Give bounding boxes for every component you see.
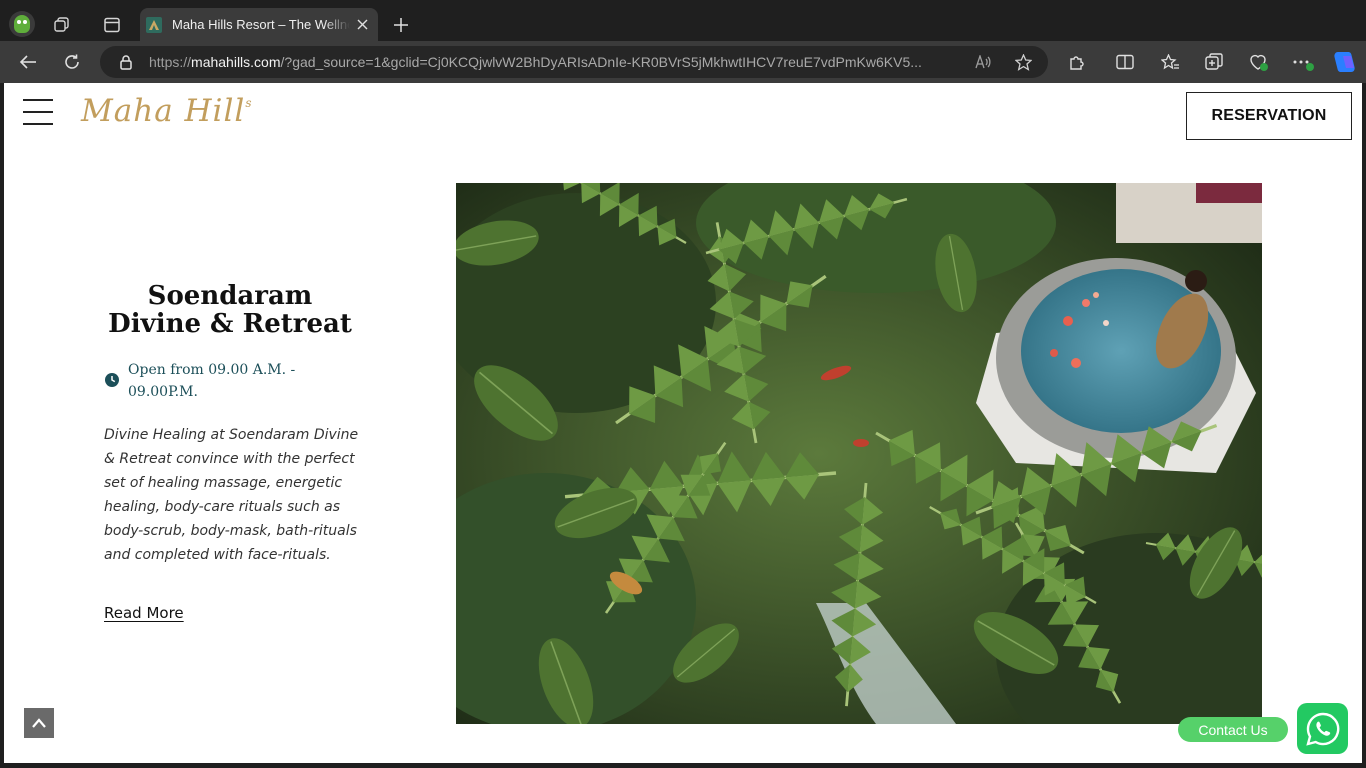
logo-text: Maha Hill: [81, 93, 246, 129]
clock-icon: [105, 373, 119, 387]
browser-essentials-icon[interactable]: [1248, 52, 1270, 72]
tab-actions-icon[interactable]: [102, 15, 122, 35]
hours-line2: 09.00P.M.: [128, 384, 198, 400]
browser-tab-bar: Maha Hills Resort – The Wellness: [0, 0, 1366, 41]
refresh-icon[interactable]: [61, 52, 83, 72]
lock-icon[interactable]: [118, 54, 134, 70]
chevron-up-icon: [32, 718, 46, 728]
tab-favicon: [146, 17, 162, 33]
address-url: https://mahahills.com/?gad_source=1&gcli…: [149, 54, 959, 70]
logo-superscript: s: [245, 96, 253, 110]
favorite-star-icon[interactable]: [1014, 53, 1032, 71]
active-tab[interactable]: Maha Hills Resort – The Wellness: [140, 8, 378, 41]
hours-text: Open from 09.00 A.M. - 09.00P.M.: [128, 359, 318, 403]
feature-title: Soendaram Divine & Retreat: [94, 282, 366, 338]
workspaces-icon[interactable]: [52, 15, 72, 35]
whatsapp-button[interactable]: [1297, 703, 1348, 754]
jungle-bath-photo: [456, 183, 1262, 724]
favorites-icon[interactable]: [1160, 52, 1180, 72]
menu-hamburger-icon[interactable]: [23, 99, 53, 125]
new-tab-icon[interactable]: [390, 14, 412, 36]
whatsapp-icon: [1305, 712, 1339, 746]
reservation-button[interactable]: RESERVATION: [1186, 92, 1352, 140]
tab-title: Maha Hills Resort – The Wellness: [172, 17, 350, 32]
feature-description: Divine Healing at Soendaram Divine & Ret…: [104, 427, 359, 563]
scroll-to-top-button[interactable]: [24, 708, 54, 738]
hero-image: [456, 183, 1262, 724]
extensions-icon[interactable]: [1067, 52, 1087, 72]
feature-title-line1: Soendaram: [147, 281, 313, 311]
split-screen-icon[interactable]: [1115, 52, 1135, 72]
read-aloud-icon[interactable]: [974, 53, 992, 71]
url-domain: mahahills.com: [191, 54, 281, 70]
back-icon[interactable]: [17, 52, 39, 72]
browser-toolbar: https://mahahills.com/?gad_source=1&gcli…: [0, 41, 1366, 83]
contact-us-label[interactable]: Contact Us: [1178, 717, 1288, 742]
url-scheme: https://: [149, 54, 192, 70]
address-bar[interactable]: https://mahahills.com/?gad_source=1&gcli…: [100, 46, 1048, 78]
url-query: /?gad_source=1&gclid=Cj0KCQjwlvW2BhDyARI…: [280, 54, 922, 70]
feature-title-line2: Divine & Retreat: [108, 309, 352, 339]
site-logo[interactable]: Maha Hills: [81, 93, 252, 129]
more-options-icon[interactable]: [1292, 52, 1314, 72]
close-tab-icon[interactable]: [354, 16, 370, 32]
read-more-link[interactable]: Read More: [104, 604, 184, 622]
collections-icon[interactable]: [1204, 52, 1224, 72]
hours-line1: Open from 09.00 A.M. -: [128, 362, 296, 378]
copilot-icon[interactable]: [1331, 50, 1357, 74]
profile-avatar[interactable]: [9, 11, 35, 37]
web-page: Maha Hills RESERVATION Soendaram Divine …: [4, 83, 1362, 763]
profile-avatar-image: [14, 15, 30, 33]
